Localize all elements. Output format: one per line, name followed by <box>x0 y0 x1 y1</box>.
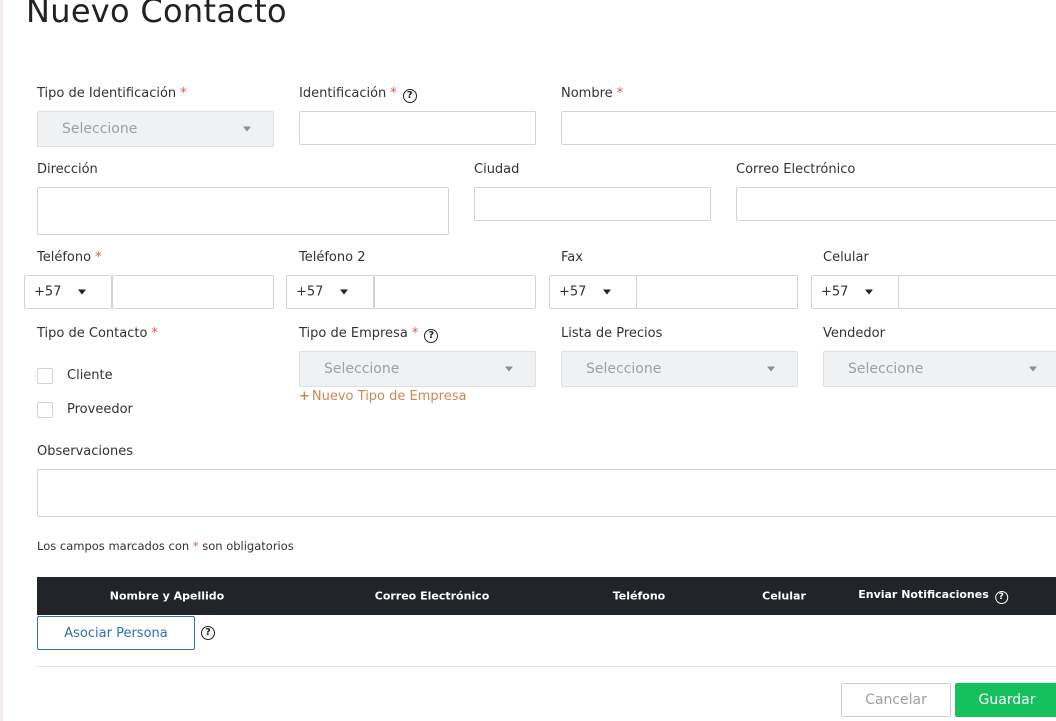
lista-precios-label: Lista de Precios <box>561 326 663 341</box>
celular-input[interactable] <box>898 275 1056 309</box>
help-icon[interactable]: ? <box>402 89 417 103</box>
direccion-label: Dirección <box>37 162 98 177</box>
telefono-label: Teléfono * <box>37 250 102 265</box>
celular-label: Celular <box>823 250 869 265</box>
identificacion-input[interactable] <box>299 111 536 145</box>
cliente-checkbox[interactable] <box>37 368 53 384</box>
chevron-down-icon <box>78 289 86 295</box>
asociar-persona-button[interactable]: Asociar Persona <box>37 616 195 650</box>
vendedor-label: Vendedor <box>823 326 885 341</box>
required-mark: * <box>151 326 158 341</box>
cliente-label: Cliente <box>67 368 113 383</box>
help-icon[interactable]: ? <box>201 626 215 640</box>
page-title: Nuevo Contacto <box>26 0 287 30</box>
chevron-down-icon <box>603 289 611 295</box>
save-button[interactable]: Guardar <box>955 683 1056 717</box>
help-icon[interactable]: ? <box>424 329 439 343</box>
required-mark: * <box>616 86 624 101</box>
divider <box>37 666 1056 667</box>
tipo-identificacion-select[interactable]: Seleccione <box>37 111 274 147</box>
celular-country-select[interactable]: +57 <box>811 275 899 309</box>
correo-label: Correo Electrónico <box>736 162 856 177</box>
country-code: +57 <box>559 284 587 300</box>
cancel-button[interactable]: Cancelar <box>841 683 951 717</box>
telefono-country-select[interactable]: +57 <box>24 275 112 309</box>
required-fields-note: Los campos marcados con * son obligatori… <box>37 539 294 553</box>
select-placeholder: Seleccione <box>848 361 924 377</box>
tipo-contacto-label: Tipo de Contacto * <box>37 326 158 341</box>
select-placeholder: Seleccione <box>62 121 138 137</box>
observaciones-label: Observaciones <box>37 444 133 459</box>
identificacion-label: Identificación *? <box>299 86 417 103</box>
telefono-input[interactable] <box>112 275 274 309</box>
required-mark: * <box>411 326 419 341</box>
required-mark: * <box>192 539 199 553</box>
observaciones-textarea[interactable] <box>37 469 1056 517</box>
chevron-down-icon <box>505 366 513 372</box>
fax-country-select[interactable]: +57 <box>549 275 637 309</box>
ciudad-label: Ciudad <box>474 162 520 177</box>
left-edge-border <box>0 0 3 721</box>
country-code: +57 <box>34 284 62 300</box>
nombre-input[interactable] <box>561 111 1056 145</box>
column-header-telefono: Teléfono <box>612 589 666 603</box>
ciudad-input[interactable] <box>474 187 711 221</box>
column-header-notificaciones: Enviar Notificaciones? <box>858 588 1008 604</box>
telefono2-country-select[interactable]: +57 <box>286 275 374 309</box>
tipo-identificacion-label: Tipo de Identificación * <box>37 86 187 101</box>
select-placeholder: Seleccione <box>324 361 400 377</box>
column-header-correo: Correo Electrónico <box>374 589 490 603</box>
chevron-down-icon <box>767 366 775 372</box>
required-mark: * <box>95 250 102 265</box>
nuevo-tipo-empresa-link[interactable]: + Nuevo Tipo de Empresa <box>299 389 466 404</box>
proveedor-checkbox[interactable] <box>37 402 53 418</box>
fax-input[interactable] <box>636 275 798 309</box>
country-code: +57 <box>296 284 324 300</box>
fax-label: Fax <box>561 250 583 265</box>
country-code: +57 <box>821 284 849 300</box>
telefono2-label: Teléfono 2 <box>299 250 366 265</box>
chevron-down-icon <box>865 289 873 295</box>
lista-precios-select[interactable]: Seleccione <box>561 351 798 387</box>
telefono2-input[interactable] <box>374 275 536 309</box>
direccion-textarea[interactable] <box>37 187 449 235</box>
column-header-nombre: Nombre y Apellido <box>109 589 225 603</box>
vendedor-select[interactable]: Seleccione <box>823 351 1056 387</box>
tipo-empresa-label: Tipo de Empresa *? <box>299 326 439 343</box>
chevron-down-icon <box>340 289 348 295</box>
chevron-down-icon <box>243 126 251 132</box>
column-header-celular: Celular <box>762 589 806 603</box>
plus-icon: + <box>299 389 310 404</box>
help-icon[interactable]: ? <box>994 591 1008 604</box>
proveedor-label: Proveedor <box>67 402 133 417</box>
required-mark: * <box>180 86 187 101</box>
persons-table-header: Nombre y Apellido Correo Electrónico Tel… <box>37 577 1056 615</box>
tipo-empresa-select[interactable]: Seleccione <box>299 351 536 387</box>
correo-input[interactable] <box>736 187 1056 221</box>
nombre-label: Nombre * <box>561 86 624 101</box>
chevron-down-icon <box>1029 366 1037 372</box>
required-mark: * <box>390 86 397 101</box>
select-placeholder: Seleccione <box>586 361 662 377</box>
